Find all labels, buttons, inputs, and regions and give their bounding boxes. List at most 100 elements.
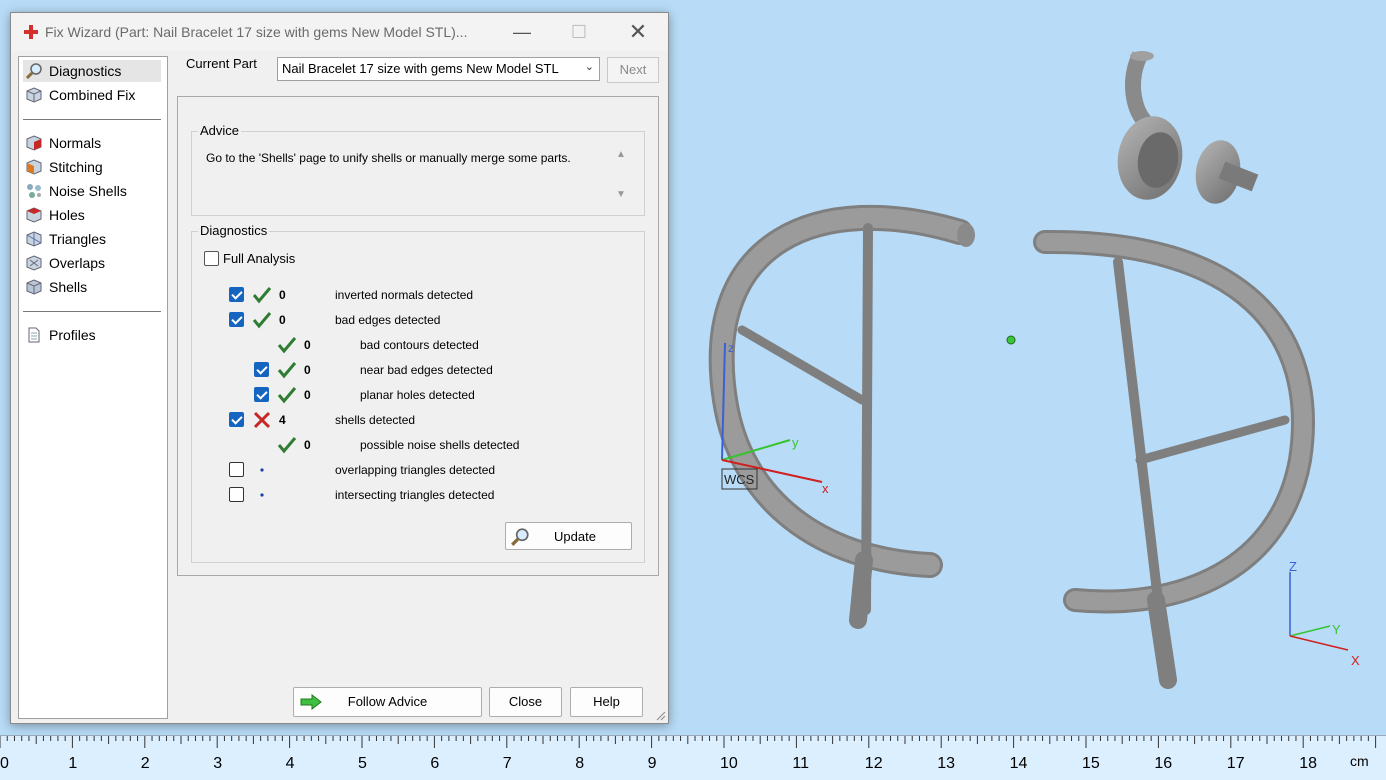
nav-item-diagnostics[interactable]: Diagnostics xyxy=(23,60,161,82)
diagnostic-label: possible noise shells detected xyxy=(360,438,520,452)
dot-icon xyxy=(260,468,264,472)
diagnostic-checkbox[interactable] xyxy=(229,487,244,502)
update-label: Update xyxy=(554,528,596,544)
bracelet-part-left[interactable] xyxy=(708,204,973,629)
ruler-label: 18 xyxy=(1299,755,1317,772)
check-icon xyxy=(277,362,297,379)
error-x-icon xyxy=(253,411,271,429)
diagnostic-checkbox[interactable] xyxy=(229,412,244,427)
diagnostics-title: Diagnostics xyxy=(198,223,270,238)
diagnostic-checkbox[interactable] xyxy=(254,387,269,402)
check-icon xyxy=(252,287,272,304)
diagnostic-row: 4 shells detected xyxy=(192,410,632,430)
ruler-label: 11 xyxy=(792,755,809,772)
mini-y-label: Y xyxy=(1332,622,1341,637)
nav-item-stitching[interactable]: Stitching xyxy=(23,156,161,178)
nav-item-normals[interactable]: Normals xyxy=(23,132,161,154)
diagnostic-checkbox[interactable] xyxy=(229,462,244,477)
ruler-label: 9 xyxy=(648,755,657,772)
diagnostic-checkbox[interactable] xyxy=(254,362,269,377)
diagnostic-row: 0 near bad edges detected xyxy=(192,360,632,380)
bracelet-part-right[interactable] xyxy=(1033,229,1315,689)
window-title: Fix Wizard (Part: Nail Bracelet 17 size … xyxy=(45,24,468,40)
axis-y-label: y xyxy=(792,435,799,450)
nav-label: Profiles xyxy=(49,327,96,343)
nav-item-triangles[interactable]: Triangles xyxy=(23,228,161,250)
diagnostic-count: 4 xyxy=(279,413,286,427)
advice-group: Advice Go to the 'Shells' page to unify … xyxy=(191,123,645,216)
nav-label: Combined Fix xyxy=(49,87,136,103)
nav-separator xyxy=(23,119,161,120)
advice-scrollbar[interactable]: ▲ ▼ xyxy=(612,147,630,205)
chevron-down-icon: ⌄ xyxy=(584,61,594,73)
help-button[interactable]: Help xyxy=(570,687,643,717)
diagnostic-checkbox[interactable] xyxy=(229,287,244,302)
wizard-nav: Diagnostics Combined Fix Normals Stitchi… xyxy=(18,56,168,719)
mini-z-label: Z xyxy=(1289,559,1297,574)
full-analysis-checkbox[interactable] xyxy=(204,251,219,266)
ruler-label: 0 xyxy=(0,755,9,772)
axis-z-label: z xyxy=(728,341,734,355)
advice-text: Go to the 'Shells' page to unify shells … xyxy=(206,151,571,165)
nav-item-profiles[interactable]: Profiles xyxy=(23,324,161,346)
ruler-label: 14 xyxy=(1010,755,1028,772)
next-button[interactable]: Next xyxy=(607,57,659,83)
nav-item-overlaps[interactable]: Overlaps xyxy=(23,252,161,274)
follow-advice-label: Follow Advice xyxy=(347,694,428,709)
nav-label: Overlaps xyxy=(49,255,106,271)
window-close-button[interactable]: ✕ xyxy=(623,19,653,45)
nav-label: Normals xyxy=(49,135,102,151)
diagnostic-count: 0 xyxy=(304,438,311,452)
diagnostic-label: shells detected xyxy=(335,413,416,427)
ruler-label: 5 xyxy=(358,755,367,772)
ruler-label: 6 xyxy=(430,755,439,772)
diagnostic-label: inverted normals detected xyxy=(335,288,474,302)
cube-stitching-icon xyxy=(26,159,42,175)
minimize-button[interactable]: — xyxy=(507,19,537,45)
resize-grip-icon[interactable] xyxy=(654,709,666,721)
nav-item-holes[interactable]: Holes xyxy=(23,204,161,226)
diagnostic-label: bad edges detected xyxy=(335,313,441,327)
nav-label: Shells xyxy=(49,279,88,295)
bracelet-end-left xyxy=(957,223,975,247)
close-button[interactable]: Close xyxy=(489,687,562,717)
diagnostics-group: Diagnostics Full Analysis 0 inverted norm… xyxy=(191,223,645,563)
ruler-label: 12 xyxy=(865,755,883,772)
update-button[interactable]: Update xyxy=(505,522,632,550)
diagnostic-count: 0 xyxy=(304,338,311,352)
ruler-label: 3 xyxy=(213,755,222,772)
scroll-up-icon[interactable]: ▲ xyxy=(616,149,626,160)
axis-x-label: x xyxy=(822,481,829,496)
diagnostic-count: 0 xyxy=(304,363,311,377)
diagnostic-row: 0 possible noise shells detected xyxy=(192,435,632,455)
ruler-label: 13 xyxy=(937,755,955,772)
nav-item-shells[interactable]: Shells xyxy=(23,276,161,298)
diagnostic-label: planar holes detected xyxy=(360,388,475,402)
diagnostic-label: overlapping triangles detected xyxy=(335,463,496,477)
nav-item-noise-shells[interactable]: Noise Shells xyxy=(23,180,161,202)
diagnostic-row: intersecting triangles detected xyxy=(192,485,632,505)
mini-x-label: X xyxy=(1351,653,1360,668)
ruler-label: 16 xyxy=(1154,755,1172,772)
diagnostic-row: 0 bad contours detected xyxy=(192,335,632,355)
nav-label: Triangles xyxy=(49,231,107,247)
nav-item-combined-fix[interactable]: Combined Fix xyxy=(23,84,161,106)
check-icon xyxy=(277,387,297,404)
title-bar[interactable]: Fix Wizard (Part: Nail Bracelet 17 size … xyxy=(11,13,668,51)
wcs-label: WCS xyxy=(724,472,755,487)
scroll-down-icon[interactable]: ▼ xyxy=(616,189,626,200)
maximize-button[interactable]: ☐ xyxy=(564,19,594,45)
ruler-label: 1 xyxy=(68,755,77,772)
current-part-select[interactable]: Nail Bracelet 17 size with gems New Mode… xyxy=(277,57,600,81)
cube-holes-icon xyxy=(26,207,42,223)
shells-icon xyxy=(26,279,42,295)
nav-label: Stitching xyxy=(49,159,103,175)
follow-advice-button[interactable]: Follow Advice xyxy=(293,687,482,717)
diagnostic-label: near bad edges detected xyxy=(360,363,493,377)
diagnostic-count: 0 xyxy=(304,388,311,402)
fix-wizard-dialog[interactable]: Fix Wizard (Part: Nail Bracelet 17 size … xyxy=(10,12,669,724)
gem-parts[interactable] xyxy=(1111,51,1259,207)
diagnostic-checkbox[interactable] xyxy=(229,312,244,327)
full-analysis-checkbox-row[interactable]: Full Analysis xyxy=(204,251,295,266)
nav-label: Holes xyxy=(49,207,85,223)
